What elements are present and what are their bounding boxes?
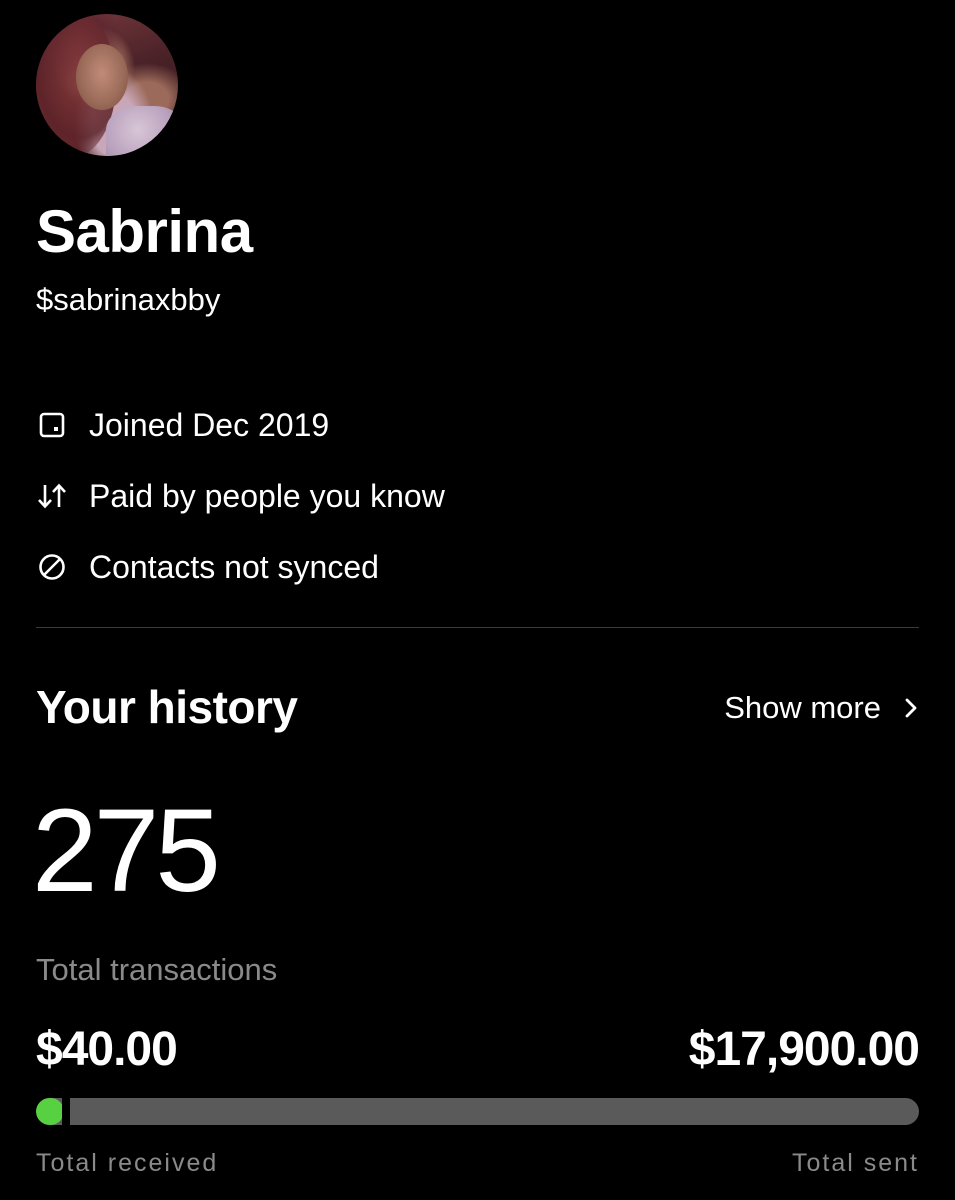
divider <box>36 627 919 628</box>
chevron-right-icon <box>903 696 919 720</box>
show-more-button[interactable]: Show more <box>724 688 919 728</box>
received-amount: $40.00 <box>36 1023 178 1076</box>
received-label: Total received <box>36 1149 219 1177</box>
bar-gap <box>62 1098 70 1125</box>
transactions-label: Total transactions <box>36 952 278 987</box>
info-paid-label: Paid by people you know <box>89 478 445 514</box>
profile-handle: $sabrinaxbby <box>36 282 221 317</box>
profile-name: Sabrina <box>36 198 253 265</box>
info-joined: Joined Dec 2019 <box>36 405 329 445</box>
info-contacts-label: Contacts not synced <box>89 549 379 585</box>
history-title: Your history <box>36 681 298 733</box>
info-joined-label: Joined Dec 2019 <box>89 407 330 443</box>
transactions-count: 275 <box>32 785 221 917</box>
sent-amount: $17,900.00 <box>688 1023 920 1076</box>
prohibited-icon <box>36 551 68 583</box>
avatar[interactable] <box>36 14 178 156</box>
received-sent-bar <box>36 1098 919 1125</box>
avatar-clothing <box>106 106 178 156</box>
profile-page: Sabrina $sabrinaxbby Joined Dec 2019 Pai… <box>0 0 955 1200</box>
received-bar-fill <box>36 1098 64 1125</box>
swap-arrows-icon <box>36 480 68 512</box>
show-more-label: Show more <box>724 690 881 725</box>
calendar-square-icon <box>36 409 68 441</box>
avatar-face <box>76 44 128 110</box>
info-paid: Paid by people you know <box>36 476 445 516</box>
sent-label: Total sent <box>791 1149 919 1177</box>
info-contacts: Contacts not synced <box>36 547 379 587</box>
